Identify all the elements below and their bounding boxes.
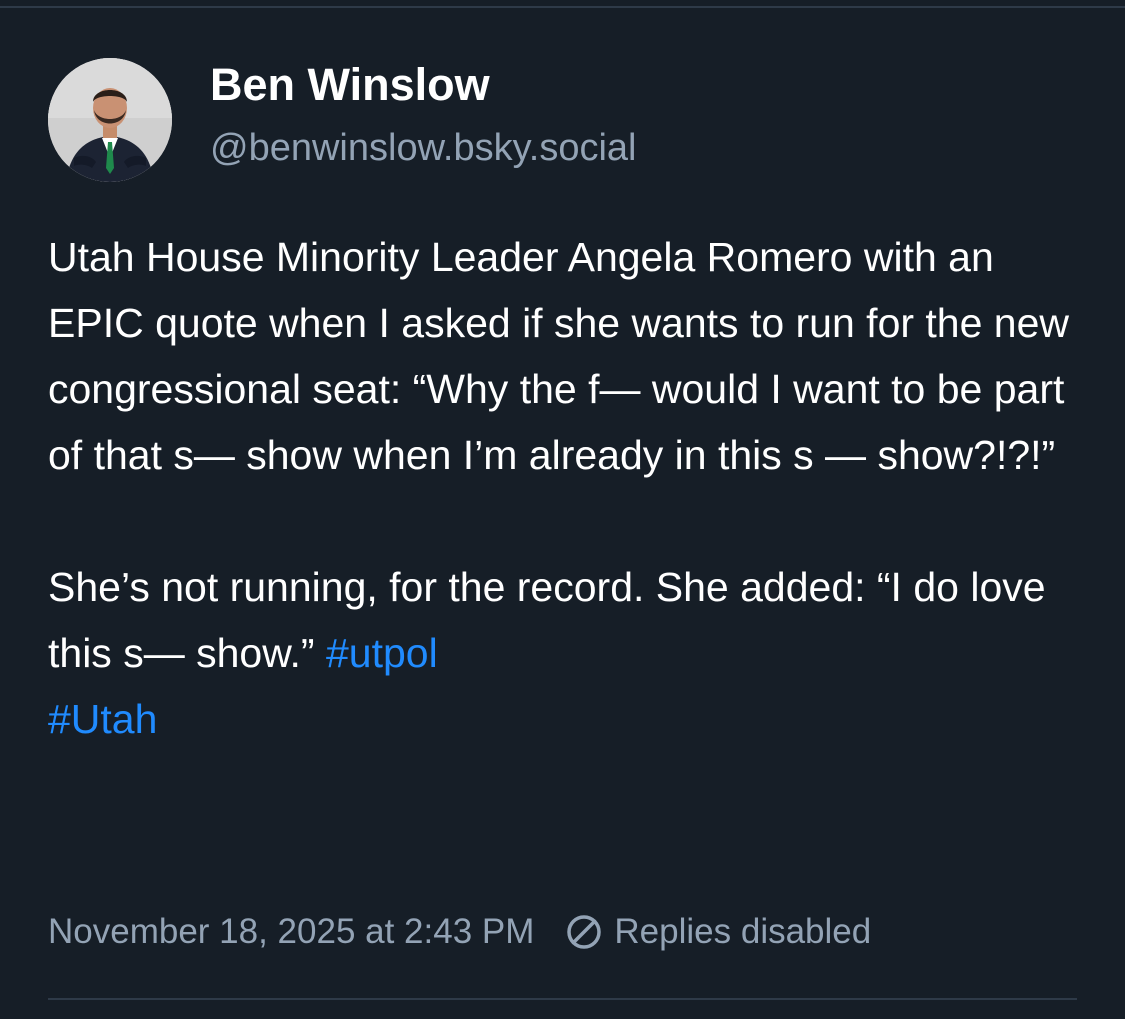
author-info: Ben Winslow @benwinslow.bsky.social	[210, 59, 637, 173]
post-thread-view: Ben Winslow @benwinslow.bsky.social Utah…	[0, 0, 1125, 1019]
author-avatar[interactable]	[48, 58, 172, 182]
author-handle[interactable]: @benwinslow.bsky.social	[210, 123, 637, 173]
post-text: Utah House Minority Leader Angela Romero…	[48, 224, 1088, 752]
replies-disabled-label: Replies disabled	[614, 912, 872, 951]
author-display-name[interactable]: Ben Winslow	[210, 57, 637, 113]
top-divider	[0, 6, 1125, 8]
post-header: Ben Winslow @benwinslow.bsky.social	[48, 58, 637, 182]
post-paragraph-2-text: She’s not running, for the record. She a…	[48, 564, 1046, 676]
replies-disabled-icon	[567, 915, 602, 949]
replies-status: Replies disabled	[566, 912, 871, 952]
post-paragraph-2: She’s not running, for the record. She a…	[48, 554, 1088, 752]
bottom-divider	[48, 998, 1077, 1000]
user-avatar-photo-icon	[48, 58, 172, 182]
hashtag-utah[interactable]: #Utah	[48, 696, 157, 742]
post-meta: November 18, 2025 at 2:43 PM Replies dis…	[48, 912, 871, 952]
post-paragraph-1: Utah House Minority Leader Angela Romero…	[48, 234, 1070, 478]
hashtag-utpol[interactable]: #utpol	[326, 630, 438, 676]
post-timestamp[interactable]: November 18, 2025 at 2:43 PM	[48, 912, 534, 952]
